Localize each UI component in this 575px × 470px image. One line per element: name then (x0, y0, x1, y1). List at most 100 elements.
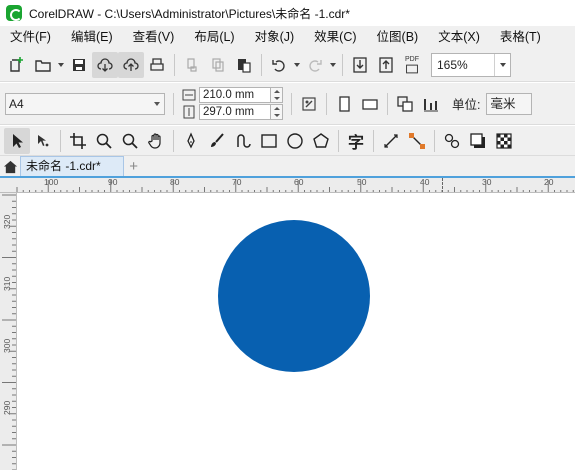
separator (261, 53, 262, 76)
menu-bitmaps[interactable]: 位图(B) (367, 26, 429, 48)
canvas-svg (218, 220, 370, 372)
shape-tool-button[interactable] (30, 128, 56, 154)
ellipse-icon (287, 132, 303, 149)
open-folder-icon (35, 59, 51, 72)
menu-effects[interactable]: 效果(C) (304, 26, 366, 48)
pdf-icon (406, 64, 418, 73)
menu-layout[interactable]: 布局(L) (184, 26, 244, 48)
blue-circle-shape[interactable] (218, 220, 370, 372)
import-button[interactable] (347, 52, 373, 78)
menu-object[interactable]: 对象(J) (245, 26, 305, 48)
pick-tool-button[interactable] (4, 127, 30, 154)
all-pages-button[interactable] (392, 91, 418, 117)
separator (387, 92, 388, 115)
redo-dropdown[interactable] (328, 52, 338, 78)
add-tab-button[interactable]: + (124, 156, 144, 176)
connector-tool-button[interactable] (404, 128, 430, 154)
tab-document[interactable]: 未命名 -1.cdr* (20, 156, 124, 176)
welcome-tab[interactable] (0, 156, 20, 176)
save-icon (73, 58, 85, 71)
cut-button[interactable] (179, 52, 205, 78)
separator (60, 129, 61, 152)
curve-icon (237, 133, 251, 148)
page-width-icon (182, 89, 196, 101)
current-page-button[interactable] (418, 91, 444, 117)
standard-toolbar: PDF 165% (0, 48, 575, 82)
export-button[interactable] (373, 52, 399, 78)
zoom-tool-button[interactable] (91, 128, 117, 154)
current-page-icon (424, 98, 438, 111)
undo-button[interactable] (266, 52, 292, 78)
cloud-download-icon (97, 57, 113, 72)
ellipse-tool-button[interactable] (282, 128, 308, 154)
crop-tool-button[interactable] (65, 128, 91, 154)
shadow-icon (470, 132, 485, 148)
page-size-select[interactable]: A4 (5, 92, 165, 115)
polygon-tool-button[interactable] (308, 128, 334, 154)
new-document-button[interactable] (4, 52, 30, 78)
redo-button[interactable] (302, 52, 328, 78)
zoom-icon (96, 133, 112, 149)
menu-view[interactable]: 查看(V) (123, 26, 185, 48)
home-icon (3, 160, 17, 173)
transparency-button[interactable] (491, 128, 517, 154)
publish-pdf-button[interactable]: PDF (399, 52, 425, 78)
page-width-input[interactable]: 210.0 mm (199, 87, 271, 103)
pan-tool-button[interactable] (143, 128, 169, 154)
page-height-stepper[interactable] (271, 104, 283, 120)
portrait-button[interactable] (331, 91, 357, 117)
paste-button[interactable] (231, 52, 257, 78)
dimension-tool-button[interactable] (378, 128, 404, 154)
crop-icon (70, 132, 86, 149)
zoom-out-tool-button[interactable] (117, 128, 143, 154)
export-icon (379, 56, 393, 73)
new-document-icon (10, 56, 23, 72)
vertical-ruler[interactable]: 320 310 300 290 (0, 193, 17, 470)
cloud-upload-button[interactable] (118, 51, 144, 78)
menu-bar: 文件(F) 编辑(E) 查看(V) 布局(L) 对象(J) 效果(C) 位图(B… (0, 26, 575, 48)
menu-text[interactable]: 文本(X) (428, 26, 490, 48)
open-button[interactable] (30, 52, 56, 78)
landscape-button[interactable] (357, 91, 383, 117)
page-dimensions: 210.0 mm 297.0 mm (182, 87, 283, 121)
drop-shadow-button[interactable] (465, 128, 491, 154)
units-label: 单位: (452, 98, 481, 112)
property-bar: A4 210.0 mm 297.0 mm 单位: 毫米 (0, 83, 575, 125)
units-select[interactable]: 毫米 (486, 92, 533, 115)
print-button[interactable] (144, 52, 170, 78)
separator (174, 53, 175, 76)
menu-file[interactable]: 文件(F) (0, 26, 61, 48)
cloud-download-button[interactable] (92, 51, 118, 78)
chevron-down-icon (494, 53, 510, 76)
drawing-canvas[interactable] (18, 193, 575, 470)
pointer-icon (13, 133, 23, 148)
pen-tool-button[interactable] (178, 128, 204, 154)
horizontal-ruler[interactable]: 100 90 80 70 60 50 40 30 20 (0, 176, 575, 193)
page-width-stepper[interactable] (271, 87, 283, 103)
polygon-icon (313, 132, 329, 148)
copy-button[interactable] (205, 52, 231, 78)
save-button[interactable] (66, 52, 92, 78)
undo-icon (272, 59, 285, 72)
portrait-icon (339, 95, 350, 112)
separator (373, 129, 374, 152)
open-dropdown[interactable] (56, 52, 66, 78)
text-tool-button[interactable]: 字 (343, 128, 369, 154)
checkerboard-icon (496, 132, 512, 149)
rectangle-tool-button[interactable] (256, 128, 282, 154)
window-title: CorelDRAW - C:\Users\Administrator\Pictu… (29, 6, 350, 21)
text-tool-icon: 字 (347, 134, 364, 152)
page-options-button[interactable] (296, 91, 322, 117)
menu-edit[interactable]: 编辑(E) (61, 26, 123, 48)
page-height-input[interactable]: 297.0 mm (199, 104, 271, 120)
artistic-media-button[interactable] (204, 128, 230, 154)
blend-tool-button[interactable] (439, 128, 465, 154)
ruler-ticks (16, 180, 574, 192)
bezier-tool-button[interactable] (230, 128, 256, 154)
zoom-level-select[interactable]: 165% (431, 52, 511, 77)
magnifier-icon (122, 133, 138, 149)
undo-dropdown[interactable] (292, 52, 302, 78)
separator (326, 92, 327, 115)
shape-tool-icon (38, 134, 49, 146)
menu-table[interactable]: 表格(T) (490, 26, 551, 48)
